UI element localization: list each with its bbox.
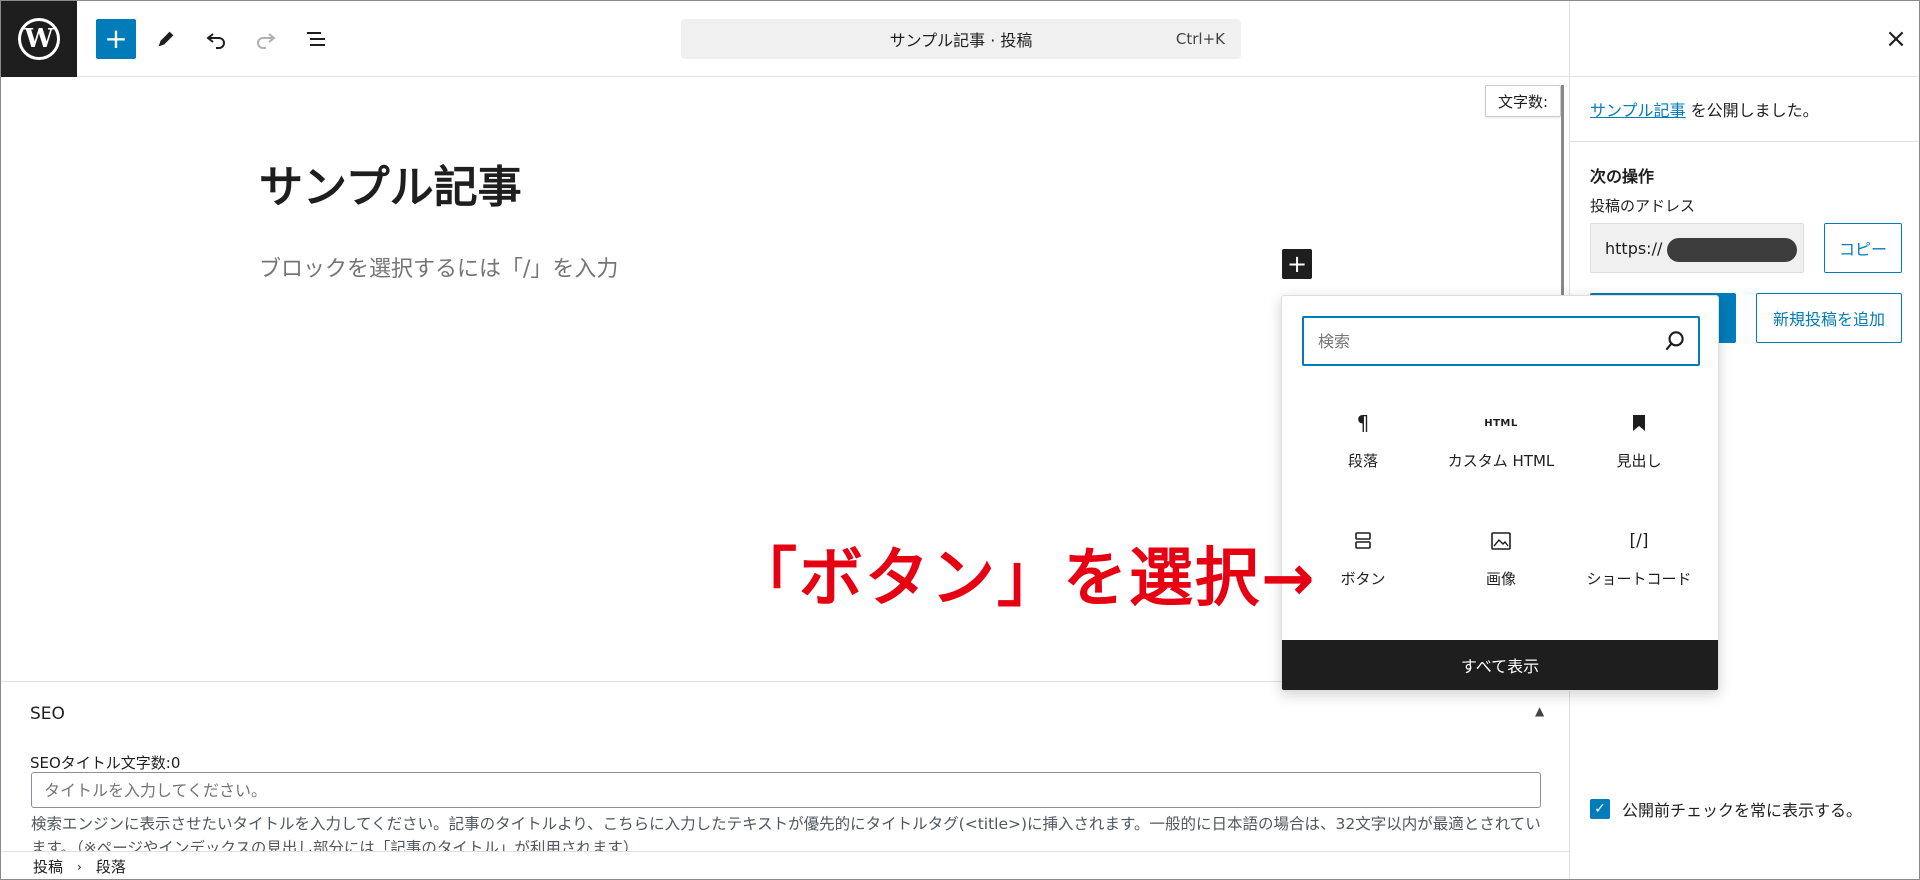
- chevron-right-icon: ›: [77, 859, 82, 874]
- block-inserter-popover: ¶ 段落 HTML カスタム HTML 見出し ボタン: [1281, 295, 1719, 691]
- image-icon: [1491, 526, 1511, 556]
- block-search-input[interactable]: [1304, 318, 1698, 364]
- published-post-link[interactable]: サンプル記事: [1590, 101, 1686, 120]
- copy-button[interactable]: コピー: [1824, 223, 1902, 273]
- block-inserter-toggle[interactable]: +: [96, 19, 136, 59]
- collapse-icon[interactable]: ▲: [1535, 704, 1555, 724]
- block-custom-html[interactable]: HTML カスタム HTML: [1432, 396, 1570, 514]
- block-label: ボタン: [1340, 570, 1386, 588]
- buttons-icon: [1355, 526, 1371, 556]
- post-address-field[interactable]: https://: [1590, 223, 1804, 273]
- add-new-post-button[interactable]: 新規投稿を追加: [1756, 293, 1902, 343]
- list-view-button[interactable]: [296, 19, 336, 59]
- search-icon: [1665, 331, 1684, 351]
- seo-panel: SEO ▲ SEOタイトル文字数:0 検索エンジンに表示させたいタイトルを入力し…: [1, 681, 1569, 851]
- post-address-value: https://: [1605, 238, 1663, 258]
- block-label: 画像: [1485, 570, 1516, 588]
- block-placeholder[interactable]: ブロックを選択するには「/」を入力: [259, 251, 618, 283]
- list-view-icon: [307, 32, 325, 46]
- sidebar-divider: [1570, 141, 1919, 142]
- redacted-url: [1667, 238, 1797, 262]
- tools-button[interactable]: [146, 19, 186, 59]
- plus-icon: +: [104, 22, 128, 55]
- command-shortcut: Ctrl+K: [1175, 30, 1225, 48]
- block-image[interactable]: 画像: [1432, 514, 1570, 632]
- undo-button[interactable]: [196, 19, 236, 59]
- close-icon: ×: [1885, 24, 1907, 54]
- seo-help-text: 検索エンジンに表示させたいタイトルを入力してください。記事のタイトルより、こちら…: [31, 815, 1541, 851]
- pencil-icon: [158, 31, 174, 47]
- breadcrumb-item[interactable]: 投稿: [33, 856, 63, 877]
- wordpress-logo[interactable]: W: [1, 1, 77, 77]
- breadcrumb-item[interactable]: 段落: [96, 856, 126, 877]
- block-breadcrumb: 投稿 › 段落: [1, 851, 1569, 879]
- close-button[interactable]: ×: [1880, 23, 1912, 55]
- wordpress-icon: W: [18, 18, 60, 60]
- next-steps-heading: 次の操作: [1590, 167, 1655, 186]
- block-search: [1302, 316, 1700, 366]
- block-shortcode[interactable]: [/] ショートコード: [1570, 514, 1708, 632]
- shortcode-icon: [/]: [1629, 531, 1649, 551]
- seo-title-count: SEOタイトル文字数:0: [30, 754, 181, 772]
- block-label: 段落: [1347, 452, 1378, 470]
- undo-icon: [206, 33, 225, 49]
- document-title: サンプル記事 · 投稿: [889, 31, 1033, 50]
- sidebar-divider: [1570, 76, 1919, 77]
- post-title[interactable]: サンプル記事: [259, 151, 522, 215]
- block-label: カスタム HTML: [1447, 452, 1555, 470]
- paragraph-icon: ¶: [1356, 411, 1370, 435]
- published-suffix: を公開しました。: [1685, 101, 1819, 120]
- precheck-label: 公開前チェックを常に表示する。: [1622, 801, 1863, 820]
- seo-title-input[interactable]: [31, 772, 1541, 808]
- checkbox-checked-icon[interactable]: ✓: [1590, 799, 1610, 819]
- precheck-option[interactable]: ✓ 公開前チェックを常に表示する。: [1590, 797, 1862, 821]
- bookmark-icon: [1632, 408, 1646, 438]
- published-message: サンプル記事 を公開しました。: [1590, 97, 1819, 121]
- inline-add-block-button[interactable]: +: [1282, 249, 1312, 279]
- show-all-blocks-button[interactable]: すべて表示: [1282, 640, 1718, 690]
- block-grid: ¶ 段落 HTML カスタム HTML 見出し ボタン 画像 [/] ショートコ…: [1294, 396, 1708, 632]
- word-count-badge: 文字数:: [1485, 85, 1562, 117]
- post-address-label: 投稿のアドレス: [1590, 197, 1696, 215]
- plus-icon: +: [1286, 250, 1308, 278]
- redo-button[interactable]: [246, 19, 286, 59]
- block-label: 見出し: [1616, 452, 1662, 470]
- editor-header: W + サンプル記事 · 投稿 Ctrl+K: [1, 1, 1569, 77]
- html-icon: HTML: [1484, 417, 1518, 429]
- command-palette-button[interactable]: サンプル記事 · 投稿 Ctrl+K: [681, 19, 1241, 59]
- block-paragraph[interactable]: ¶ 段落: [1294, 396, 1432, 514]
- block-heading[interactable]: 見出し: [1570, 396, 1708, 514]
- editor-window: W + サンプル記事 · 投稿 Ctrl+K 文字数: サンプル記事 ブロックを…: [0, 0, 1920, 880]
- block-label: ショートコード: [1586, 570, 1692, 588]
- annotation-text: 「ボタン」を選択→: [733, 542, 1317, 616]
- redo-icon: [257, 33, 276, 49]
- seo-panel-title[interactable]: SEO: [30, 704, 65, 724]
